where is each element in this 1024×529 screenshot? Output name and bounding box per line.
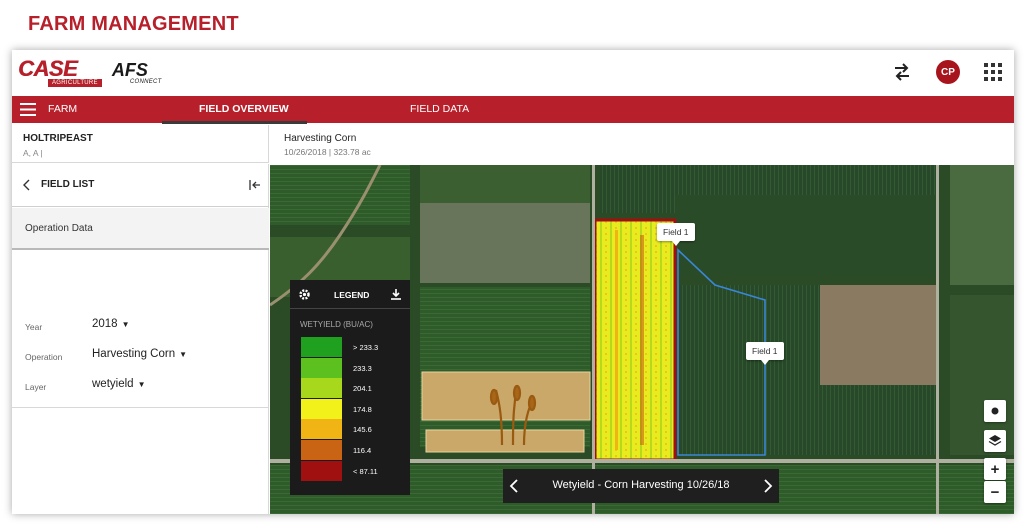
layer-select[interactable]: wetyield ▼ (92, 378, 145, 390)
sidebar-divider (12, 407, 269, 408)
collapse-panel-icon[interactable] (249, 179, 261, 191)
legend-swatch (301, 460, 342, 481)
legend-value: 145.6 (353, 425, 372, 435)
afs-connect-logo: AFS CONNECT (111, 59, 162, 85)
operation-header: Harvesting Corn 10/26/2018 | 323.78 ac (270, 125, 1014, 165)
nav-field-overview[interactable]: FIELD OVERVIEW (199, 96, 289, 123)
farm-name: HOLTRIPEAST (23, 133, 93, 144)
layers-button[interactable] (984, 430, 1006, 452)
download-icon[interactable] (390, 288, 402, 301)
nav-farm[interactable]: FARM (48, 96, 77, 123)
afs-logo-sub: CONNECT (129, 78, 162, 85)
year-label: Year (25, 322, 43, 332)
legend-value: < 87.11 (353, 466, 378, 476)
year-value: 2018 (92, 318, 118, 330)
legend-value: 116.4 (353, 446, 372, 455)
locate-icon (991, 407, 999, 415)
sidebar: FIELD LIST Operation Data Year 2018 ▼ Op… (12, 164, 269, 514)
operation-label: Operation (25, 352, 63, 362)
year-select[interactable]: 2018 ▼ (92, 318, 130, 330)
page-heading: FARM MANAGEMENT (28, 13, 239, 35)
legend-swatch (301, 398, 342, 419)
case-ih-logo: CASE AGRICULTURE (18, 56, 102, 87)
field-tag[interactable]: Field 1 (657, 223, 695, 246)
zoom-in-button[interactable]: + (984, 458, 1006, 480)
caret-down-icon: ▼ (179, 349, 188, 359)
chevron-right-icon[interactable] (763, 478, 773, 494)
legend-header: LEGEND (290, 280, 410, 309)
top-icons: CP (890, 60, 1004, 84)
layer-label: Layer (25, 382, 47, 392)
operation-data-label: Operation Data (25, 223, 93, 234)
legend-swatch (301, 378, 342, 399)
legend-swatch (301, 357, 342, 378)
gear-icon[interactable] (298, 288, 311, 301)
screenshot-root: FARM MANAGEMENT CASE AGRICULTURE AFS CON… (0, 0, 1024, 529)
operation-select[interactable]: Harvesting Corn ▼ (92, 348, 187, 360)
hamburger-menu-icon[interactable] (20, 103, 36, 116)
operation-value: Harvesting Corn (92, 348, 176, 360)
operation-title: Harvesting Corn (284, 133, 357, 144)
caret-down-icon: ▼ (121, 319, 130, 329)
layer-value: wetyield (92, 378, 134, 390)
nav-field-data[interactable]: FIELD DATA (410, 96, 469, 123)
caret-down-icon: ▼ (137, 379, 146, 389)
zoom-out-button[interactable]: − (984, 481, 1006, 503)
layer-caption-bar: Wetyield - Corn Harvesting 10/26/18 (503, 469, 779, 503)
case-logo-word: CASE (18, 56, 78, 81)
legend-value: 204.1 (353, 384, 372, 394)
swap-arrows-icon[interactable] (890, 60, 914, 84)
layer-caption-text: Wetyield - Corn Harvesting 10/26/18 (552, 479, 730, 491)
top-bar: CASE AGRICULTURE AFS CONNECT CP (12, 50, 1014, 96)
case-logo-sub: AGRICULTURE (48, 79, 102, 87)
legend-panel: LEGEND WETYIELD (BU/AC) > 233.3 233.3 204.… (290, 280, 410, 495)
legend-value: 174.8 (353, 404, 372, 414)
legend-value: > 233.3 (353, 343, 379, 352)
app-window: CASE AGRICULTURE AFS CONNECT CP FARM FIE… (12, 50, 1014, 514)
legend-swatch (301, 419, 342, 440)
field-tag[interactable]: Field 1 (746, 342, 784, 365)
apps-grid-icon[interactable] (982, 61, 1004, 83)
legend-title: LEGEND (334, 290, 370, 300)
locate-button[interactable] (984, 400, 1006, 422)
legend-swatch (301, 337, 342, 357)
main-nav: FARM FIELD OVERVIEW FIELD DATA (12, 96, 1014, 123)
afs-logo-word: AFS (111, 59, 148, 80)
layers-icon (988, 435, 1002, 446)
map-view[interactable]: LEGEND WETYIELD (BU/AC) > 233.3 233.3 204.… (270, 165, 1014, 514)
active-tab-indicator (162, 121, 307, 124)
user-avatar[interactable]: CP (936, 60, 960, 84)
operation-data-row[interactable]: Operation Data (12, 208, 269, 250)
farm-header: HOLTRIPEAST A, A | (12, 125, 269, 163)
field-list-label: FIELD LIST (41, 179, 95, 190)
legend-swatch (301, 440, 342, 460)
legend-value: 233.3 (353, 363, 372, 373)
field-list-row[interactable]: FIELD LIST (12, 164, 269, 207)
chevron-left-icon[interactable] (22, 179, 32, 191)
farm-sub: A, A | (23, 148, 43, 158)
legend-subtitle: WETYIELD (BU/AC) (300, 320, 373, 329)
operation-sub: 10/26/2018 | 323.78 ac (284, 147, 371, 157)
brand-logos[interactable]: CASE AGRICULTURE AFS CONNECT (18, 56, 162, 87)
